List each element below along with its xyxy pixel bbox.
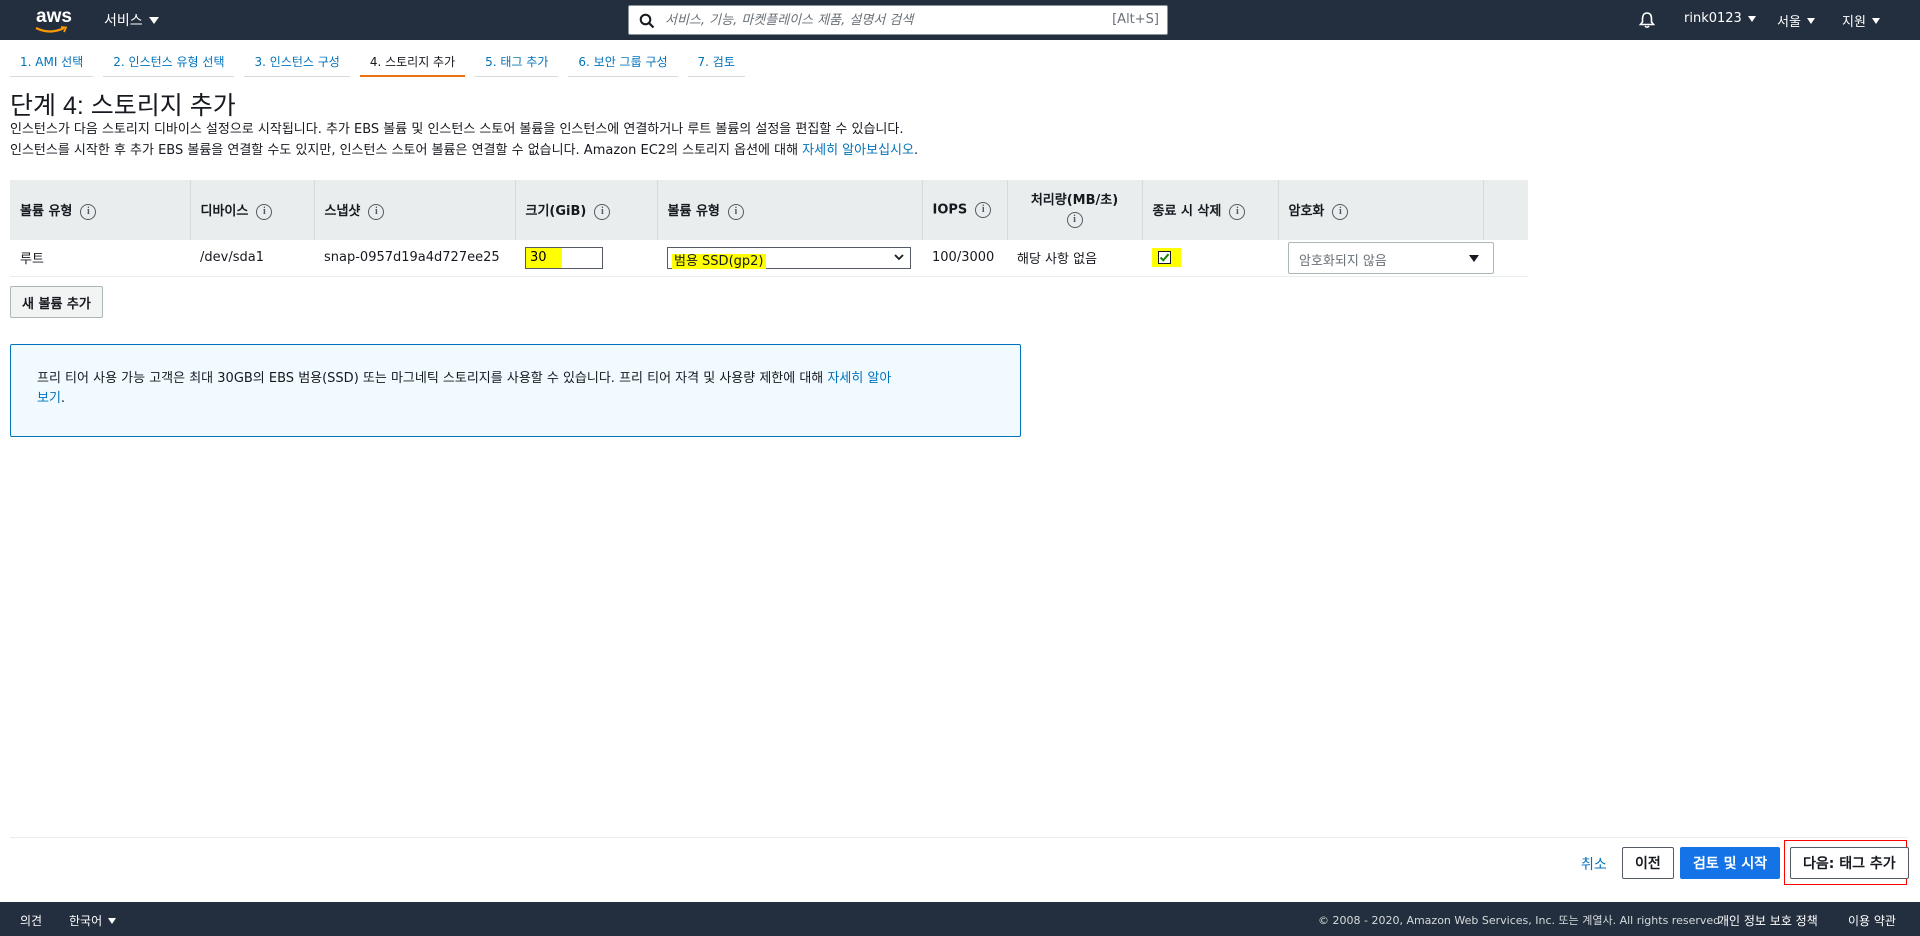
storage-volumes-table: 볼륨 유형 i 디바이스 i 스냅샷 i 크기(GiB) i 볼륨 유형 i IOPS i … — [10, 180, 1528, 277]
info-icon[interactable]: i — [727, 203, 744, 220]
header-spacer — [1482, 180, 1528, 240]
header-encryption: 암호화 i — [1277, 180, 1483, 240]
chevron-down-icon — [894, 254, 904, 261]
privacy-policy-link[interactable]: 개인 정보 보호 정책 — [1718, 912, 1818, 929]
info-icon[interactable]: i — [1066, 211, 1083, 228]
info-icon[interactable]: i — [368, 203, 385, 220]
header-ebs-volume-type: 볼륨 유형 i — [656, 180, 922, 240]
add-new-volume-button[interactable]: 새 볼륨 추가 — [10, 286, 103, 318]
page-footer: 의견 한국어 © 2008 - 2020, Amazon Web Service… — [0, 902, 1920, 936]
cell-snapshot: snap-0957d19a4d727ee25 — [324, 250, 500, 266]
tab-choose-instance-type[interactable]: 2. 인스턴스 유형 선택 — [103, 48, 235, 77]
services-menu-button[interactable]: 서비스 — [104, 10, 159, 30]
caret-down-icon — [1747, 15, 1756, 22]
bell-icon[interactable] — [1638, 11, 1656, 29]
info-icon[interactable]: i — [256, 203, 273, 220]
encryption-selected: 암호화되지 않음 — [1299, 253, 1387, 269]
services-label: 서비스 — [104, 13, 143, 29]
global-search[interactable]: [Alt+S] — [628, 5, 1168, 35]
previous-button[interactable]: 이전 — [1622, 847, 1674, 879]
tab-add-tags[interactable]: 5. 태그 추가 — [475, 48, 559, 77]
wizard-steps: 1. AMI 선택 2. 인스턴스 유형 선택 3. 인스턴스 구성 4. 스토… — [10, 48, 755, 78]
free-tier-info-box: 프리 티어 사용 가능 고객은 최대 30GB의 EBS 범용(SSD) 또는 … — [10, 344, 1021, 437]
cell-delete-on-termination — [1142, 240, 1278, 276]
tab-add-storage[interactable]: 4. 스토리지 추가 — [359, 48, 466, 77]
cell-volume-type: 루트 — [20, 252, 44, 268]
search-input[interactable] — [665, 9, 1085, 31]
tab-review[interactable]: 7. 검토 — [687, 48, 745, 77]
caret-down-icon — [108, 917, 117, 924]
page-title: 단계 4: 스토리지 추가 — [10, 92, 236, 120]
aws-logo-text: aws — [36, 6, 72, 27]
volume-type-selected: 범용 SSD(gp2) — [672, 253, 766, 269]
language-selector[interactable]: 한국어 — [69, 912, 117, 929]
terms-of-use-link[interactable]: 이용 약관 — [1848, 912, 1896, 929]
account-label: rink0123 — [1684, 11, 1742, 26]
copyright-text: © 2008 - 2020, Amazon Web Services, Inc.… — [1318, 914, 1724, 927]
caret-down-icon — [1469, 254, 1479, 262]
support-label: 지원 — [1842, 15, 1866, 30]
top-nav: aws 서비스 [Alt+S] rink0123 서울 지원 — [0, 0, 1920, 40]
language-label: 한국어 — [69, 914, 103, 928]
checkmark-icon — [1159, 253, 1170, 263]
size-input[interactable] — [525, 246, 603, 269]
page-description-line-2: 인스턴스를 시작한 후 추가 EBS 볼륨을 연결할 수도 있지만, 인스턴스 … — [10, 139, 918, 158]
page-description-line-1: 인스턴스가 다음 스토리지 디바이스 설정으로 시작됩니다. 추가 EBS 볼륨… — [10, 122, 904, 137]
description-text: 인스턴스를 시작한 후 추가 EBS 볼륨을 연결할 수도 있지만, 인스턴스 … — [10, 143, 803, 158]
caret-down-icon — [1871, 17, 1880, 24]
cell-device: /dev/sda1 — [200, 250, 264, 266]
info-icon[interactable]: i — [1229, 203, 1246, 220]
actions-divider — [10, 837, 1908, 838]
aws-logo[interactable]: aws — [34, 4, 74, 36]
cell-iops: 100/3000 — [932, 250, 995, 266]
cell-ebs-volume-type: 범용 SSD(gp2) — [657, 240, 922, 276]
info-icon[interactable]: i — [80, 203, 97, 220]
header-iops: IOPS i — [921, 180, 1007, 240]
account-menu[interactable]: rink0123 — [1684, 11, 1756, 26]
info-icon[interactable]: i — [594, 203, 611, 220]
header-throughput: 처리량(MB/초) i — [1006, 180, 1142, 240]
next-button-highlight: 다음: 태그 추가 — [1784, 840, 1909, 885]
encryption-select[interactable]: 암호화되지 않음 — [1288, 241, 1494, 274]
feedback-link[interactable]: 의견 — [20, 912, 42, 929]
delete-on-termination-checkbox-wrap — [1152, 248, 1181, 268]
cell-size — [515, 240, 657, 276]
header-delete-on-termination: 종료 시 삭제 i — [1141, 180, 1278, 240]
support-menu[interactable]: 지원 — [1842, 11, 1880, 30]
header-volume-type: 볼륨 유형 i — [10, 180, 190, 240]
header-device: 디바이스 i — [189, 180, 314, 240]
next-add-tags-button[interactable]: 다음: 태그 추가 — [1790, 847, 1909, 879]
free-tier-learn-more-link[interactable]: 자세히 알아 — [827, 371, 891, 386]
caret-down-icon — [148, 16, 159, 24]
cell-encryption: 암호화되지 않음 — [1278, 240, 1494, 276]
free-tier-period: . — [60, 391, 66, 406]
tab-choose-ami[interactable]: 1. AMI 선택 — [10, 48, 94, 77]
description-period: . — [913, 143, 919, 158]
tab-configure-security-group[interactable]: 6. 보안 그룹 구성 — [568, 48, 678, 77]
cancel-link[interactable]: 취소 — [1581, 854, 1607, 874]
review-and-launch-button[interactable]: 검토 및 시작 — [1680, 847, 1781, 879]
region-label: 서울 — [1777, 15, 1801, 30]
cell-throughput: 해당 사항 없음 — [1017, 252, 1098, 268]
table-row: 루트 /dev/sda1 snap-0957d19a4d727ee25 범용 S… — [10, 240, 1528, 276]
aws-smile-icon — [35, 26, 68, 33]
region-menu[interactable]: 서울 — [1777, 11, 1815, 30]
learn-more-storage-link[interactable]: 자세히 알아보십시오 — [802, 143, 914, 158]
table-header-row: 볼륨 유형 i 디바이스 i 스냅샷 i 크기(GiB) i 볼륨 유형 i IOPS i … — [10, 180, 1528, 240]
delete-on-termination-checkbox[interactable] — [1158, 251, 1171, 265]
info-icon[interactable]: i — [1332, 203, 1349, 220]
search-shortcut-hint: [Alt+S] — [1112, 12, 1159, 27]
free-tier-text: 프리 티어 사용 가능 고객은 최대 30GB의 EBS 범용(SSD) 또는 … — [37, 371, 828, 386]
caret-down-icon — [1806, 17, 1815, 24]
header-snapshot: 스냅샷 i — [313, 180, 515, 240]
free-tier-learn-more-link-cont[interactable]: 보기 — [37, 391, 61, 406]
volume-type-select[interactable]: 범용 SSD(gp2) — [667, 246, 911, 269]
info-icon[interactable]: i — [975, 202, 992, 218]
tab-configure-instance[interactable]: 3. 인스턴스 구성 — [244, 48, 350, 77]
header-size: 크기(GiB) i — [514, 180, 657, 240]
search-icon — [639, 13, 655, 29]
